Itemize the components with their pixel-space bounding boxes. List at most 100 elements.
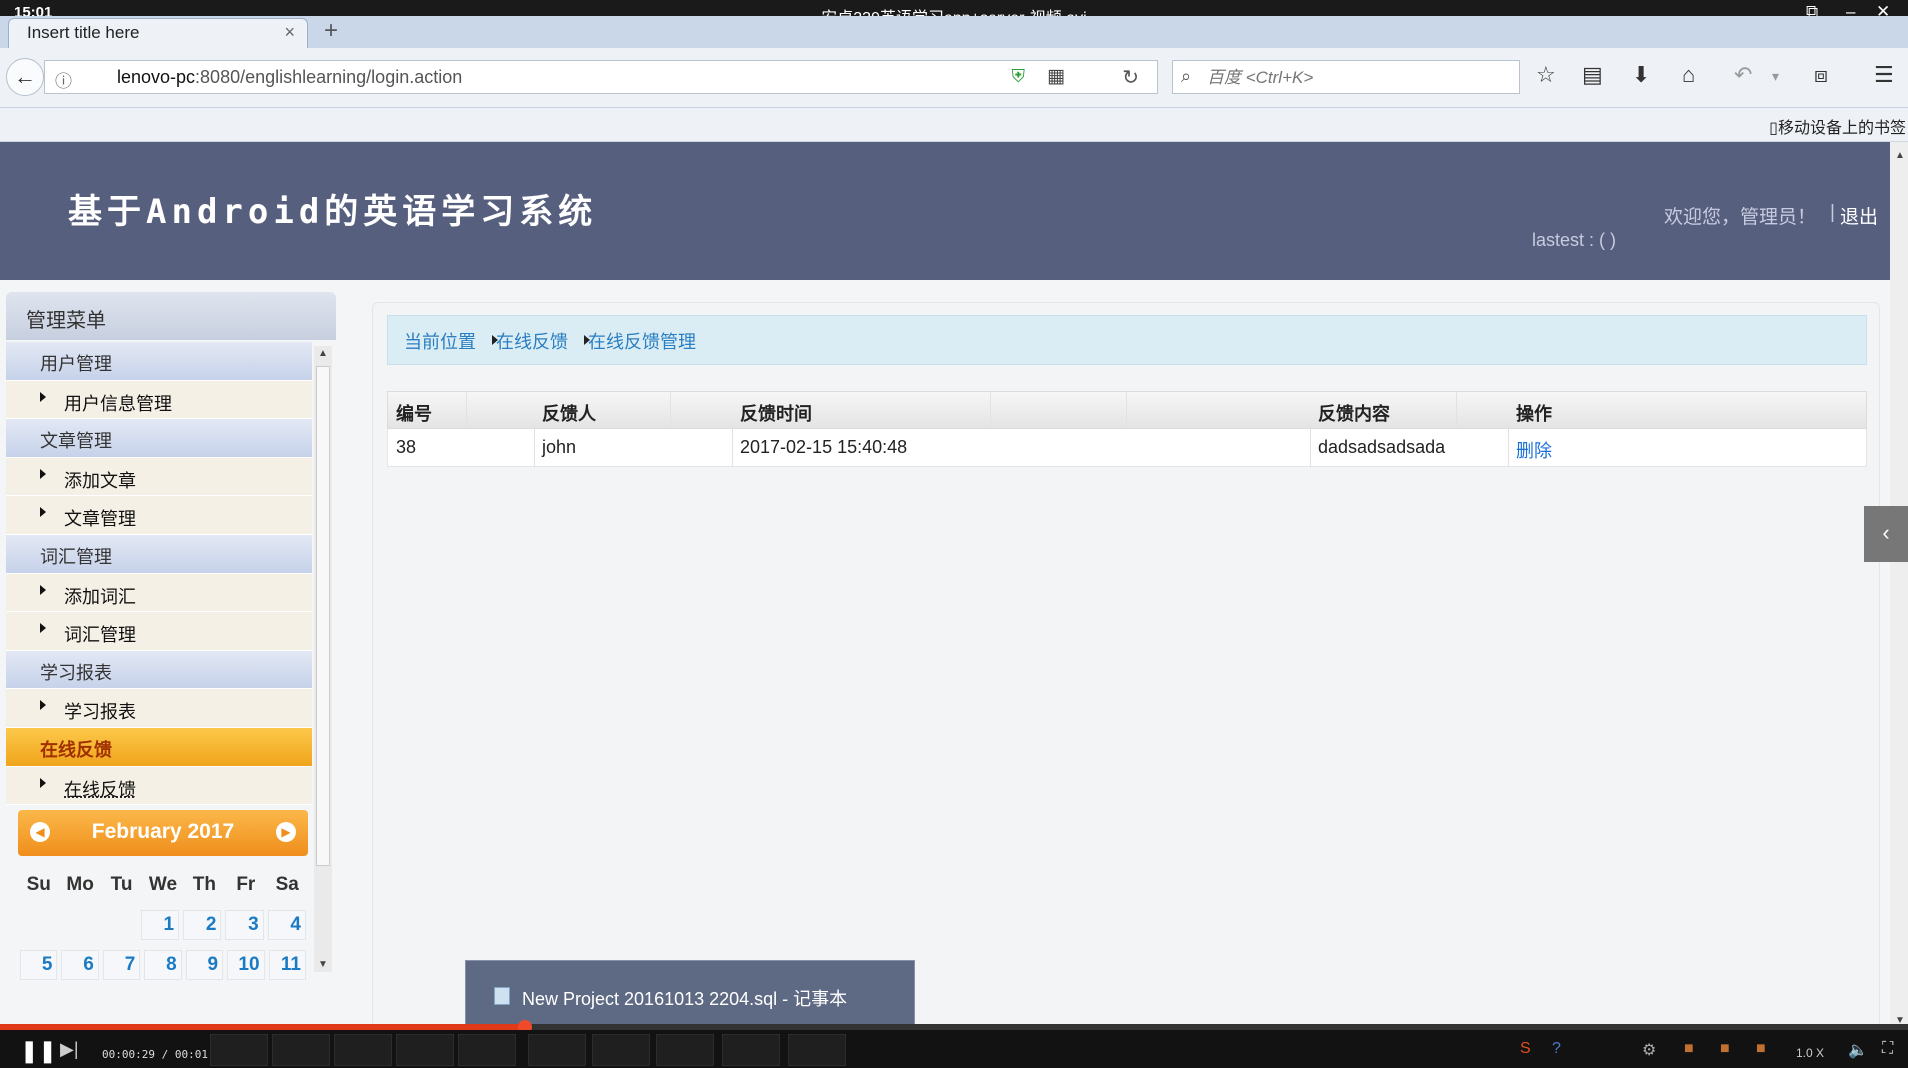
column-divider	[534, 429, 535, 466]
calendar-day-empty	[60, 910, 96, 940]
menu-item-label: 添加词汇	[64, 586, 136, 607]
arrow-right-icon	[40, 468, 46, 479]
undo-icon[interactable]: ↶	[1734, 62, 1752, 88]
player-bottom-bar: ❚❚ ▶| 00:00:29 / 00:01:45 S ? ⚙ ■ ■ ■ 1.…	[0, 1030, 1908, 1068]
column-divider	[732, 429, 733, 466]
column-header: 反馈时间	[740, 404, 812, 424]
tab-close-icon[interactable]: ×	[284, 22, 295, 43]
mobile-bookmarks-link[interactable]: ▯移动设备上的书签	[1769, 114, 1906, 138]
taskbar-app-icon[interactable]	[334, 1034, 392, 1066]
menu-item-manage-article[interactable]: 文章管理	[6, 496, 312, 535]
calendar-day-empty	[20, 910, 56, 940]
scroll-up-icon[interactable]: ▲	[318, 348, 328, 359]
sogou-input-icon[interactable]: S	[1520, 1040, 1531, 1058]
breadcrumb-current-location[interactable]: 当前位置	[404, 328, 476, 354]
menu-category-report[interactable]: 学习报表	[6, 650, 312, 690]
next-month-icon[interactable]: ▶	[276, 822, 296, 842]
menu-item-user-info[interactable]: 用户信息管理	[6, 380, 312, 420]
tray-app-icon[interactable]: ■	[1756, 1040, 1766, 1058]
calendar-day[interactable]: 10	[227, 950, 265, 980]
taskbar-app-icon[interactable]	[722, 1034, 780, 1066]
column-header: 反馈人	[542, 404, 596, 424]
taskbar-preview-popup[interactable]: New Project 20161013 2204.sql - 记事本	[465, 960, 915, 1032]
browser-tab[interactable]: Insert title here ×	[8, 18, 308, 48]
taskbar-app-icon[interactable]	[396, 1034, 454, 1066]
pause-icon[interactable]: ❚❚	[20, 1038, 57, 1064]
calendar-day[interactable]: 4	[267, 910, 306, 940]
breadcrumb-feedback-management[interactable]: 在线反馈管理	[588, 328, 696, 354]
tray-app-icon[interactable]: ■	[1684, 1040, 1694, 1058]
taskbar-app-icon[interactable]	[656, 1034, 714, 1066]
playback-speed[interactable]: 1.0 X	[1796, 1046, 1824, 1060]
menu-category-vocabulary[interactable]: 词汇管理	[6, 534, 312, 574]
fullscreen-icon[interactable]: ⛶	[1882, 1040, 1893, 1058]
taskbar-app-icon[interactable]	[210, 1034, 268, 1066]
address-bar[interactable]: ⓘ lenovo-pc:8080/englishlearning/login.a…	[44, 60, 1158, 94]
menu-category-user[interactable]: 用户管理	[6, 342, 312, 381]
url-text[interactable]: lenovo-pc:8080/englishlearning/login.act…	[117, 67, 462, 88]
weekday-label: Fr	[236, 874, 256, 895]
calendar-day[interactable]: 9	[185, 950, 224, 980]
calendar-day[interactable]: 2	[183, 910, 222, 940]
menu-item-add-article[interactable]: 添加文章	[6, 457, 312, 497]
taskbar-app-icon[interactable]	[458, 1034, 516, 1066]
calendar-day[interactable]: 11	[268, 950, 306, 980]
scroll-down-icon[interactable]: ▼	[318, 959, 328, 970]
reading-list-icon[interactable]: ▤	[1582, 62, 1603, 88]
calendar-day[interactable]: 7	[102, 950, 141, 980]
mobile-bookmarks-label: 移动设备上的书签	[1777, 120, 1906, 137]
menu-title: 管理菜单	[26, 310, 106, 332]
menu-item-online-feedback[interactable]: 在线反馈	[6, 766, 312, 806]
menu-category-article[interactable]: 文章管理	[6, 419, 312, 458]
calendar-day[interactable]: 6	[61, 950, 99, 980]
table-row: 38 john 2017-02-15 15:40:48 dadsadsadsad…	[387, 429, 1867, 467]
tray-app-icon[interactable]: ■	[1720, 1040, 1730, 1058]
calendar-day[interactable]: 5	[20, 950, 58, 980]
collapse-panel-chevron-icon[interactable]: ‹	[1864, 506, 1908, 562]
calendar-day[interactable]: 8	[144, 950, 182, 980]
calendar-day[interactable]: 3	[225, 910, 264, 940]
cell-content: dadsadsadsada	[1318, 437, 1446, 457]
notepad-window-label: New Project 20161013 2204.sql - 记事本	[522, 989, 848, 1009]
dropdown-chevron-icon[interactable]: ▾	[1772, 68, 1779, 85]
volume-icon[interactable]: 🔈	[1848, 1040, 1868, 1060]
taskbar-app-icon[interactable]	[272, 1034, 330, 1066]
help-icon[interactable]: ?	[1552, 1040, 1561, 1058]
qr-code-icon[interactable]: ▦	[1047, 65, 1065, 88]
taskbar-app-icon[interactable]	[592, 1034, 650, 1066]
site-info-icon[interactable]: ⓘ	[55, 67, 72, 92]
menu-category-feedback[interactable]: 在线反馈	[6, 727, 312, 767]
scroll-thumb[interactable]	[316, 366, 330, 866]
search-box[interactable]: ⌕	[1172, 60, 1520, 94]
breadcrumb-feedback[interactable]: 在线反馈	[496, 328, 568, 354]
next-track-icon[interactable]: ▶|	[60, 1039, 79, 1060]
tray-app-icon[interactable]: ⚙	[1642, 1040, 1656, 1060]
taskbar-app-icon[interactable]	[528, 1034, 586, 1066]
menu-hamburger-icon[interactable]: ☰	[1874, 62, 1894, 88]
menu-item-label: 学习报表	[64, 702, 136, 723]
menu-item-label: 文章管理	[64, 509, 136, 530]
search-input[interactable]	[1207, 66, 1507, 90]
page-scrollbar[interactable]: ▲ ▼	[1890, 142, 1908, 1032]
back-arrow-icon[interactable]: ←	[6, 58, 44, 96]
delete-link[interactable]: 删除	[1516, 437, 1552, 463]
reload-icon[interactable]: ↻	[1122, 65, 1139, 90]
bookmark-star-icon[interactable]: ☆	[1536, 62, 1556, 88]
scroll-up-icon[interactable]: ▲	[1895, 150, 1905, 161]
sidebar-scrollbar[interactable]: ▲ ▼	[314, 346, 332, 972]
new-tab-icon[interactable]: +	[324, 17, 338, 45]
taskbar-app-icon[interactable]	[788, 1034, 846, 1066]
sidebar: 管理菜单 用户管理 用户信息管理 文章管理 添加文章 文章管理 词汇管理 添加词…	[6, 292, 336, 980]
crop-icon[interactable]: ⧈	[1814, 62, 1828, 88]
download-icon[interactable]: ⬇	[1632, 62, 1650, 88]
logout-link[interactable]: 退出	[1840, 202, 1878, 229]
menu-item-label: 用户信息管理	[64, 393, 172, 414]
menu-item-manage-vocabulary[interactable]: 词汇管理	[6, 612, 312, 651]
menu-item-label: 添加文章	[64, 470, 136, 491]
menu-item-add-vocabulary[interactable]: 添加词汇	[6, 573, 312, 613]
home-icon[interactable]: ⌂	[1682, 62, 1695, 88]
url-path: :8080/englishlearning/login.action	[195, 67, 463, 87]
calendar-day[interactable]: 1	[140, 910, 180, 940]
shield-icon[interactable]: ⛨	[1012, 66, 1026, 87]
menu-item-learning-report[interactable]: 学习报表	[6, 689, 312, 728]
